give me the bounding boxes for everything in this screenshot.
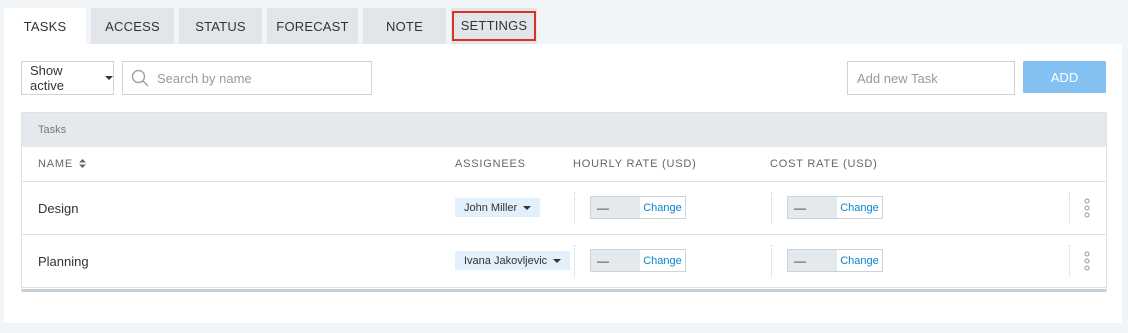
status-filter-dropdown[interactable]: Show active — [21, 61, 114, 95]
table-row: Planning Ivana Jakovljevic — Change — Ch… — [22, 235, 1106, 288]
assignee-dropdown[interactable]: Ivana Jakovljevic — [455, 251, 571, 270]
tab-label: TASKS — [23, 19, 67, 34]
change-hourly-rate-button[interactable]: Change — [640, 197, 685, 218]
hourly-rate-value: — — [591, 250, 640, 271]
hourly-rate-column-header: HOURLY RATE (USD) — [573, 158, 697, 170]
tab-label: NOTE — [386, 18, 423, 34]
tab-note[interactable]: NOTE — [363, 8, 446, 44]
new-task-input[interactable] — [857, 70, 1014, 86]
tab-label: ACCESS — [105, 18, 160, 34]
tab-settings[interactable]: SETTINGS — [451, 8, 537, 44]
table-caption: Tasks — [22, 113, 1106, 147]
divider — [1069, 192, 1070, 224]
cost-rate-column-header: COST RATE (USD) — [770, 158, 878, 170]
table-footer-bar — [22, 289, 1106, 292]
table-header: NAME ASSIGNEES HOURLY RATE (USD) COST RA… — [22, 147, 1106, 182]
divider — [1069, 245, 1070, 277]
tab-access[interactable]: ACCESS — [91, 8, 174, 44]
caret-down-icon — [523, 205, 532, 210]
tab-label: FORECAST — [276, 18, 349, 34]
divider — [574, 192, 575, 224]
tab-forecast[interactable]: FORECAST — [267, 8, 358, 44]
assignee-name: John Miller — [464, 201, 518, 214]
tasks-table: Tasks NAME ASSIGNEES HOURLY RATE (USD) C… — [21, 112, 1107, 292]
hourly-rate-control: — Change — [590, 196, 686, 219]
table-row: Design John Miller — Change — Change — [22, 182, 1106, 235]
sort-icon — [78, 159, 86, 168]
status-filter-value: Show active — [30, 63, 64, 93]
divider — [771, 192, 772, 224]
divider — [574, 245, 575, 277]
task-name: Planning — [38, 254, 89, 269]
divider — [771, 245, 772, 277]
tab-tasks[interactable]: TASKS — [4, 8, 86, 45]
search-box — [122, 61, 372, 95]
new-task-field-wrap — [847, 61, 1015, 95]
name-column-header[interactable]: NAME — [38, 158, 86, 170]
hourly-rate-control: — Change — [590, 249, 686, 272]
search-input[interactable] — [157, 70, 371, 86]
change-cost-rate-button[interactable]: Change — [837, 250, 882, 271]
change-cost-rate-button[interactable]: Change — [837, 197, 882, 218]
add-task-button[interactable]: ADD — [1023, 61, 1106, 93]
hourly-rate-value: — — [591, 197, 640, 218]
cost-rate-value: — — [788, 197, 837, 218]
caret-down-icon — [553, 258, 562, 263]
cost-rate-control: — Change — [787, 196, 883, 219]
assignee-name: Ivana Jakovljevic — [464, 254, 548, 267]
cost-rate-value: — — [788, 250, 837, 271]
tab-label: STATUS — [195, 18, 246, 34]
assignee-dropdown[interactable]: John Miller — [455, 198, 541, 217]
tasks-panel: Show active ADD Tasks NAME ASSIGNEES HOU… — [4, 44, 1122, 323]
search-icon — [131, 69, 149, 87]
task-name: Design — [38, 201, 79, 216]
caret-down-icon — [105, 76, 113, 80]
cost-rate-control: — Change — [787, 249, 883, 272]
more-options-icon[interactable] — [1084, 198, 1090, 218]
assignees-column-header: ASSIGNEES — [455, 158, 526, 170]
tab-label: SETTINGS — [451, 11, 537, 41]
name-column-label: NAME — [38, 158, 73, 170]
tab-status[interactable]: STATUS — [179, 8, 262, 44]
change-hourly-rate-button[interactable]: Change — [640, 250, 685, 271]
more-options-icon[interactable] — [1084, 251, 1090, 271]
